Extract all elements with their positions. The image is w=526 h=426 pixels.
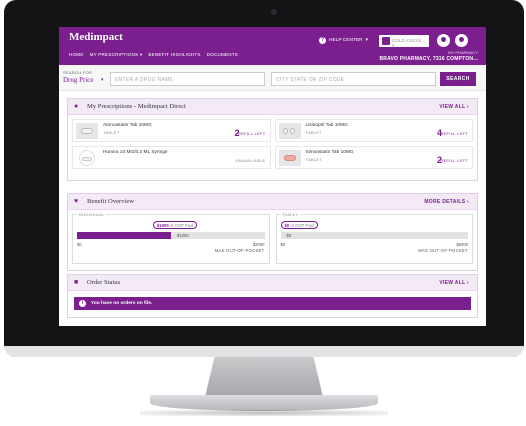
drug-name: Humira 10 MG/0.2 ML Syringe — [103, 150, 168, 155]
benefit-panels: INDIVIDUAL $1000 of OOP Paid $1000 $0 $2… — [68, 210, 477, 268]
top-navigation-bar: Medimpact HOME MY PRESCRIPTIONS ▾ BENEFI… — [59, 27, 486, 65]
heart-icon: ♥ — [74, 198, 79, 205]
drug-name: Simvastatin Tab 10MG — [305, 150, 354, 155]
family-benefit-panel: FAMILY $0 of OOP Paid $0 $0 $6000 MAX OU… — [275, 212, 473, 264]
prescription-item[interactable]: Atorvastatin Tab 10MG TABLET 2 REFILL LE… — [72, 119, 271, 142]
pill-image — [278, 150, 301, 166]
truck-icon: ■ — [74, 279, 79, 286]
order-status-card: ■ Order Status VIEW ALL › i You have no … — [67, 274, 478, 318]
user-icon — [382, 37, 390, 45]
card-title: Order Status — [87, 279, 121, 286]
drug-form: TABLET — [305, 157, 323, 162]
individual-benefit-panel: INDIVIDUAL $1000 of OOP Paid $1000 $0 $2… — [72, 212, 270, 264]
help-center-label: HELP CENTER — [329, 38, 363, 43]
monitor-chin — [4, 346, 524, 357]
help-center-menu[interactable]: ? HELP CENTER ▾ — [319, 37, 368, 44]
pill-icon: ● — [74, 103, 79, 110]
max-oop-label: MAX OUT-OF-POCKET — [418, 248, 468, 253]
no-orders-alert: i You have no orders on file. — [74, 297, 471, 310]
range-max: $6000 — [456, 242, 468, 247]
pharmacy-name[interactable]: BRAVO PHARMACY, 7316 COMPTON... — [379, 56, 478, 62]
prescriptions-card: ● My Prescriptions - Medimpact Direct VI… — [67, 98, 478, 181]
drug-name: Atorvastatin Tab 10MG — [103, 123, 152, 128]
alert-message: You have no orders on file. — [91, 301, 153, 306]
oop-progress-bar: $0 — [280, 232, 468, 239]
help-icon: ? — [319, 37, 326, 44]
card-title: Benefit Overview — [87, 198, 135, 205]
location-input[interactable]: CITY STATE OR ZIP CODE — [271, 72, 436, 86]
webcam — [271, 9, 277, 15]
benefit-overview-card: ♥ Benefit Overview MORE DETAILS › INDIVI… — [67, 193, 478, 271]
nav-home[interactable]: HOME — [69, 52, 84, 58]
chevron-down-icon: ▾ — [392, 43, 395, 48]
panel-label: FAMILY — [280, 212, 301, 217]
card-header: ■ Order Status VIEW ALL › — [68, 275, 477, 291]
refill-status: REFILL LEFT — [440, 131, 468, 136]
logo[interactable]: Medimpact — [69, 31, 123, 43]
oop-progress-bar: $1000 — [77, 232, 265, 239]
oop-paid-bubble: $0 of OOP Paid — [280, 221, 318, 229]
pill-image — [278, 123, 301, 139]
search-button[interactable]: SEARCH — [440, 72, 476, 86]
card-header: ♥ Benefit Overview MORE DETAILS › — [68, 194, 477, 210]
oop-progress-fill — [77, 232, 171, 239]
monitor-base — [150, 395, 378, 411]
max-oop-label: MAX OUT-OF-POCKET — [214, 248, 265, 253]
drug-form: TABLET — [103, 130, 120, 135]
monitor-stand — [205, 357, 323, 397]
refill-status: REFILL LEFT — [440, 158, 468, 163]
profile-icon[interactable] — [455, 34, 468, 47]
user-name: GOLD XXXXX... — [392, 38, 425, 43]
nav-my-prescriptions[interactable]: MY PRESCRIPTIONS ▾ — [90, 52, 143, 58]
drug-name-input[interactable]: ENTER A DRUG NAME — [110, 72, 265, 86]
syringe-image — [79, 150, 95, 166]
refill-status: UNAVAILABLE — [235, 158, 266, 163]
nav-documents[interactable]: DOCUMENTS — [207, 52, 238, 58]
range-min: $0 — [280, 242, 286, 247]
range-max: $2000 — [252, 242, 265, 247]
drug-name: Lisinopril Tab 10MG — [305, 123, 348, 128]
search-for-label: SEARCH FOR — [63, 70, 93, 75]
prescription-list: Atorvastatin Tab 10MG TABLET 2 REFILL LE… — [68, 115, 477, 173]
view-all-prescriptions-link[interactable]: VIEW ALL › — [439, 104, 469, 110]
search-type-select[interactable]: Drug Price — [63, 76, 94, 84]
main-nav: HOME MY PRESCRIPTIONS ▾ BENEFIT HIGHLIGH… — [69, 52, 238, 58]
info-icon: i — [79, 300, 86, 307]
pill-image — [76, 123, 98, 139]
screen: Medimpact HOME MY PRESCRIPTIONS ▾ BENEFI… — [59, 27, 486, 326]
card-header: ● My Prescriptions - Medimpact Direct VI… — [68, 99, 477, 115]
search-bar: SEARCH FOR Drug Price ▾ ENTER A DRUG NAM… — [59, 65, 486, 91]
range-min: $0 — [77, 242, 82, 247]
nav-benefit-highlights[interactable]: BENEFIT HIGHLIGHTS — [148, 52, 200, 58]
refill-status: REFILL LEFT — [237, 131, 266, 136]
pharmacy-label: MY PHARMACY — [448, 50, 478, 55]
prescription-item[interactable]: Humira 10 MG/0.2 ML Syringe UNAVAILABLE — [72, 146, 271, 169]
oop-paid-bubble: $1000 of OOP Paid — [153, 221, 198, 229]
progress-value: $1000 — [177, 233, 189, 238]
panel-label: INDIVIDUAL — [77, 212, 107, 217]
more-details-link[interactable]: MORE DETAILS › — [424, 199, 469, 205]
prescription-item[interactable]: Lisinopril Tab 10MG TABLET 4 REFILL LEFT — [274, 119, 473, 142]
chevron-down-icon: ▾ — [365, 38, 368, 43]
progress-value: $0 — [286, 233, 292, 238]
base-shadow — [140, 410, 388, 416]
card-title: My Prescriptions - Medimpact Direct — [87, 103, 186, 110]
notification-icon[interactable] — [437, 34, 450, 47]
drug-form: TABLET — [305, 130, 323, 135]
prescription-item[interactable]: Simvastatin Tab 10MG TABLET 2 REFILL LEF… — [274, 146, 473, 169]
chevron-down-icon[interactable]: ▾ — [101, 77, 104, 83]
user-dropdown[interactable]: GOLD XXXXX... ▾ — [379, 35, 429, 48]
view-all-orders-link[interactable]: VIEW ALL › — [439, 280, 469, 286]
